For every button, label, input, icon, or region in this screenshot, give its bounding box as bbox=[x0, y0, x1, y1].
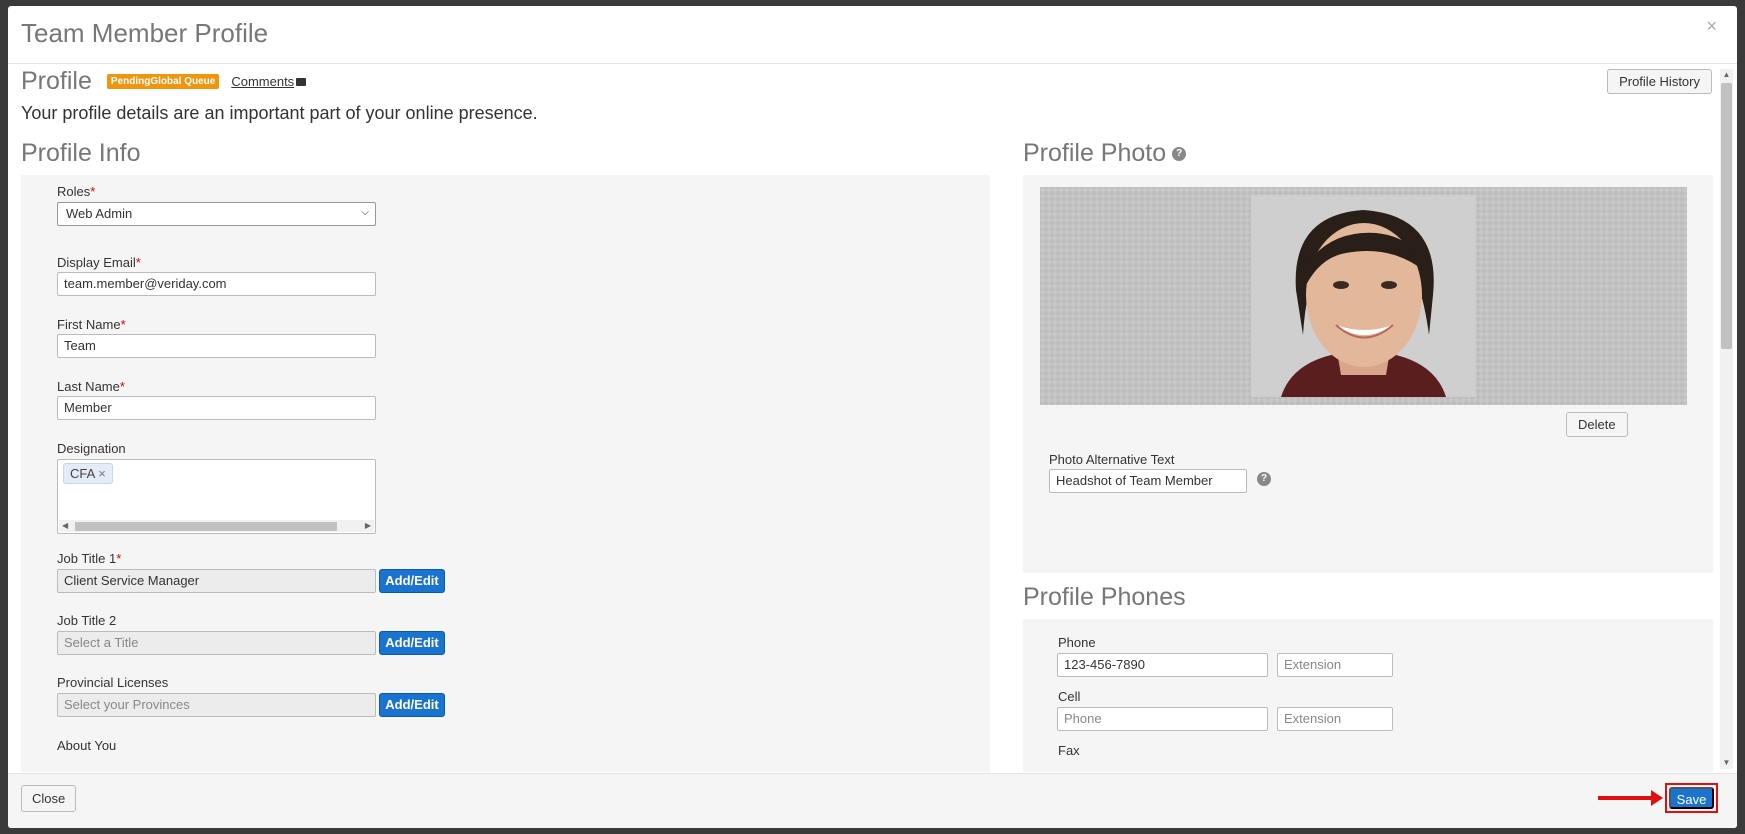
vertical-scrollbar[interactable]: ▲ ▼ bbox=[1720, 69, 1733, 769]
provincial-licenses-add-edit-button[interactable]: Add/Edit bbox=[379, 693, 445, 717]
tag-remove-icon[interactable]: × bbox=[98, 466, 106, 481]
designation-multiselect[interactable]: CFA × ◀ ▶ bbox=[57, 459, 376, 534]
job-title-2-field: Select a Title bbox=[57, 631, 376, 655]
display-email-field[interactable]: team.member@veriday.com bbox=[57, 272, 376, 296]
last-name-label: Last Name* bbox=[57, 379, 125, 394]
profile-photo-title: Profile Photo bbox=[1023, 139, 1167, 167]
job-title-2-add-edit-button[interactable]: Add/Edit bbox=[379, 631, 445, 655]
profile-photo-image bbox=[1251, 195, 1476, 397]
cell-label: Cell bbox=[1058, 689, 1081, 704]
roles-select[interactable]: Web Admin ⌵ bbox=[57, 202, 376, 226]
alt-text-help-icon[interactable]: ? bbox=[1257, 472, 1271, 486]
profile-phones-title: Profile Phones bbox=[1023, 583, 1186, 611]
phone-field[interactable]: 123-456-7890 bbox=[1057, 653, 1268, 677]
photo-alt-text-label: Photo Alternative Text bbox=[1049, 452, 1175, 467]
about-you-label: About You bbox=[57, 738, 117, 753]
status-badge: PendingGlobal Queue bbox=[106, 74, 220, 89]
team-member-profile-modal: Team Member Profile × Profile PendingGlo… bbox=[8, 6, 1737, 828]
phone-extension-field[interactable]: Extension bbox=[1277, 653, 1393, 677]
comments-link[interactable]: Comments bbox=[231, 74, 307, 89]
annotation-arrow-head bbox=[1651, 790, 1663, 806]
save-button[interactable]: Save bbox=[1669, 787, 1714, 809]
help-icon[interactable]: ? bbox=[1172, 146, 1187, 161]
profile-history-button[interactable]: Profile History bbox=[1607, 69, 1712, 94]
photo-alt-text-field[interactable]: Headshot of Team Member bbox=[1049, 469, 1247, 493]
first-name-field[interactable]: Team bbox=[57, 334, 376, 358]
horizontal-scrollbar[interactable]: ◀ ▶ bbox=[59, 520, 374, 532]
comment-icon bbox=[296, 78, 307, 86]
scroll-down-icon[interactable]: ▼ bbox=[1720, 757, 1733, 769]
display-email-label: Display Email* bbox=[57, 255, 141, 270]
last-name-field[interactable]: Member bbox=[57, 396, 376, 420]
cell-extension-field[interactable]: Extension bbox=[1277, 707, 1393, 731]
modal-title: Team Member Profile bbox=[21, 18, 269, 48]
scrollbar-thumb[interactable] bbox=[1721, 83, 1732, 349]
job-title-1-field: Client Service Manager bbox=[57, 569, 376, 593]
profile-info-title: Profile Info bbox=[21, 139, 141, 167]
close-button[interactable]: Close bbox=[21, 785, 77, 812]
provincial-licenses-label: Provincial Licenses bbox=[57, 675, 169, 690]
modal-footer: Close Save bbox=[8, 773, 1737, 828]
scroll-right-icon[interactable]: ▶ bbox=[365, 521, 371, 530]
modal-header: Team Member Profile × bbox=[8, 6, 1737, 64]
scrollbar-thumb[interactable] bbox=[75, 522, 337, 531]
comments-label: Comments bbox=[231, 74, 295, 89]
job-title-1-label: Job Title 1* bbox=[57, 551, 122, 566]
close-icon[interactable]: × bbox=[1706, 16, 1717, 37]
headshot-image bbox=[1251, 195, 1476, 397]
profile-photo-header: Profile Photo ? bbox=[1023, 139, 1187, 168]
profile-photo-panel: Delete Photo Alternative Text Headshot o… bbox=[1023, 175, 1713, 573]
fax-label: Fax bbox=[1058, 743, 1080, 758]
profile-info-panel: Roles* Web Admin ⌵ Display Email* team.m… bbox=[21, 175, 990, 772]
modal-body[interactable]: Profile PendingGlobal Queue Comments Pro… bbox=[8, 65, 1737, 772]
profile-heading: Profile bbox=[21, 67, 92, 95]
profile-header: Profile PendingGlobal Queue Comments bbox=[21, 67, 307, 96]
profile-phones-panel: Phone 123-456-7890 Extension Cell Phone … bbox=[1023, 619, 1713, 772]
profile-subtitle: Your profile details are an important pa… bbox=[21, 103, 538, 123]
job-title-2-label: Job Title 2 bbox=[57, 613, 117, 628]
first-name-label: First Name* bbox=[57, 317, 126, 332]
cell-field[interactable]: Phone bbox=[1057, 707, 1268, 731]
roles-label: Roles* bbox=[57, 184, 96, 199]
designation-label: Designation bbox=[57, 441, 126, 456]
scroll-left-icon[interactable]: ◀ bbox=[62, 521, 68, 530]
designation-tag[interactable]: CFA × bbox=[63, 463, 113, 484]
annotation-arrow bbox=[1598, 796, 1658, 800]
scroll-up-icon[interactable]: ▲ bbox=[1720, 69, 1733, 81]
save-highlight: Save bbox=[1665, 783, 1718, 813]
photo-preview-area bbox=[1040, 187, 1687, 405]
chevron-down-icon: ⌵ bbox=[361, 207, 369, 218]
job-title-1-add-edit-button[interactable]: Add/Edit bbox=[379, 569, 445, 593]
phone-label: Phone bbox=[1058, 635, 1096, 650]
delete-photo-button[interactable]: Delete bbox=[1566, 412, 1628, 437]
provincial-licenses-field: Select your Provinces bbox=[57, 693, 376, 717]
